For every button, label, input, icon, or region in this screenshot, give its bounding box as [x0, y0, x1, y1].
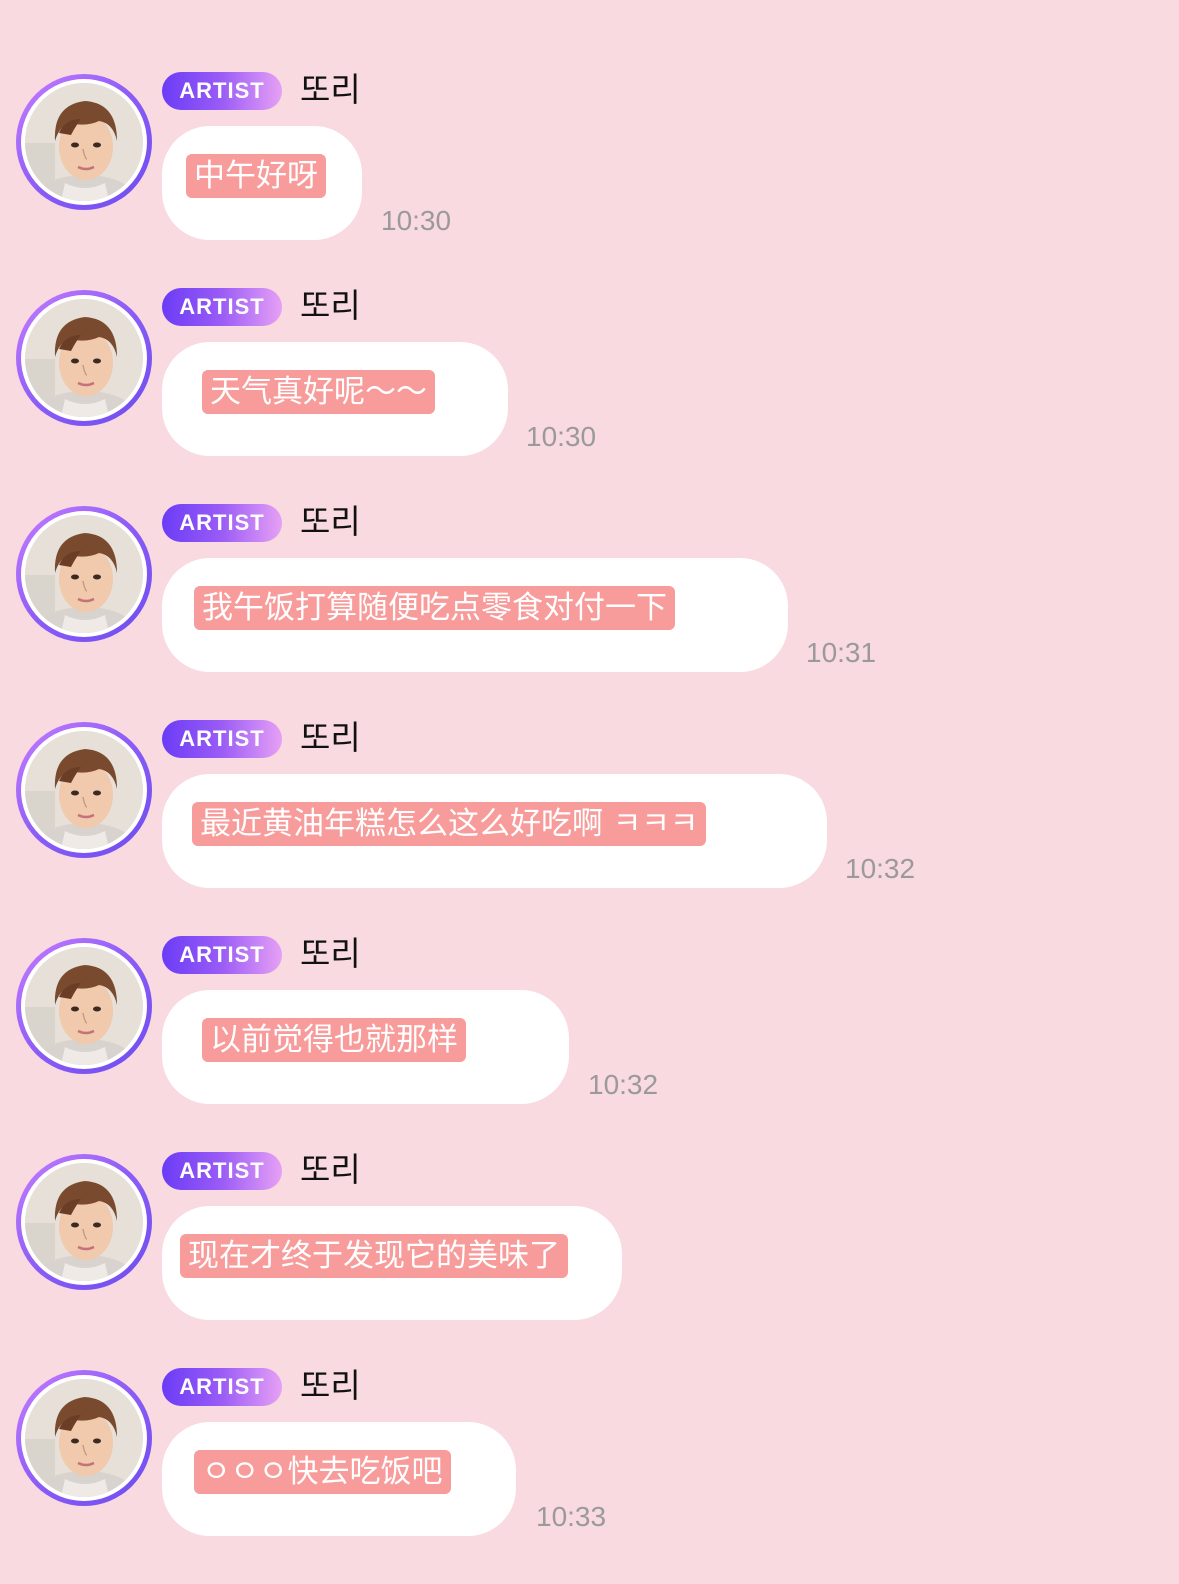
- message-row: ARTIST 또리 我午饭打算随便吃点零食对付一下 10:31: [0, 502, 1179, 720]
- message-time: 10:30: [381, 205, 452, 236]
- artist-badge: ARTIST: [162, 1152, 282, 1190]
- avatar[interactable]: [16, 290, 152, 426]
- artist-badge: ARTIST: [162, 504, 282, 542]
- message-text: 最近黄油年糕怎么这么好吃啊 ㅋㅋㅋ: [192, 802, 707, 846]
- message-row: ARTIST 또리 中午好呀 10:30: [0, 70, 1179, 288]
- message-time: 10:32: [845, 853, 916, 884]
- avatar[interactable]: [16, 1370, 152, 1506]
- message-time: 10:32: [588, 1069, 659, 1100]
- artist-badge: ARTIST: [162, 936, 282, 974]
- artist-badge: ARTIST: [162, 1368, 282, 1406]
- avatar[interactable]: [16, 1154, 152, 1290]
- sender-name: 또리: [300, 718, 361, 757]
- message-bubble[interactable]: ㅇㅇㅇ快去吃饭吧: [162, 1422, 516, 1536]
- sender-name: 또리: [300, 934, 361, 973]
- message-bubble[interactable]: 天气真好呢～～: [162, 342, 508, 456]
- message-row: ARTIST 또리 ㅇㅇㅇ快去吃饭吧 10:33: [0, 1366, 1179, 1584]
- avatar[interactable]: [16, 74, 152, 210]
- message-row: ARTIST 또리 现在才终于发现它的美味了: [0, 1150, 1179, 1368]
- message-text: 以前觉得也就那样: [202, 1018, 466, 1062]
- artist-badge: ARTIST: [162, 720, 282, 758]
- message-row: ARTIST 또리 天气真好呢～～ 10:30: [0, 286, 1179, 504]
- profile-photo-icon: [25, 1163, 143, 1281]
- avatar[interactable]: [16, 506, 152, 642]
- profile-photo-icon: [25, 1379, 143, 1497]
- profile-photo-icon: [25, 515, 143, 633]
- profile-photo-icon: [25, 83, 143, 201]
- message-bubble[interactable]: 现在才终于发现它的美味了: [162, 1206, 622, 1320]
- message-text: 现在才终于发现它的美味了: [180, 1234, 568, 1278]
- message-time: 10:31: [806, 637, 877, 668]
- message-bubble[interactable]: 我午饭打算随便吃点零食对付一下: [162, 558, 788, 672]
- sender-name: 또리: [300, 286, 361, 325]
- message-bubble[interactable]: 中午好呀: [162, 126, 362, 240]
- profile-photo-icon: [25, 947, 143, 1065]
- sender-name: 또리: [300, 1366, 361, 1405]
- avatar[interactable]: [16, 938, 152, 1074]
- artist-badge: ARTIST: [162, 72, 282, 110]
- message-bubble[interactable]: 最近黄油年糕怎么这么好吃啊 ㅋㅋㅋ: [162, 774, 827, 888]
- profile-photo-icon: [25, 299, 143, 417]
- artist-badge: ARTIST: [162, 288, 282, 326]
- sender-name: 또리: [300, 502, 361, 541]
- sender-name: 또리: [300, 1150, 361, 1189]
- message-row: ARTIST 또리 最近黄油年糕怎么这么好吃啊 ㅋㅋㅋ 10:32: [0, 718, 1179, 936]
- message-text: 我午饭打算随便吃点零食对付一下: [194, 586, 675, 630]
- message-time: 10:30: [526, 421, 597, 452]
- message-text: 天气真好呢～～: [202, 370, 435, 414]
- message-text: 中午好呀: [186, 154, 326, 198]
- message-bubble[interactable]: 以前觉得也就那样: [162, 990, 569, 1104]
- message-time: 10:33: [536, 1501, 607, 1532]
- message-row: ARTIST 또리 以前觉得也就那样 10:32: [0, 934, 1179, 1152]
- sender-name: 또리: [300, 70, 361, 109]
- avatar[interactable]: [16, 722, 152, 858]
- profile-photo-icon: [25, 731, 143, 849]
- message-text: ㅇㅇㅇ快去吃饭吧: [194, 1450, 451, 1494]
